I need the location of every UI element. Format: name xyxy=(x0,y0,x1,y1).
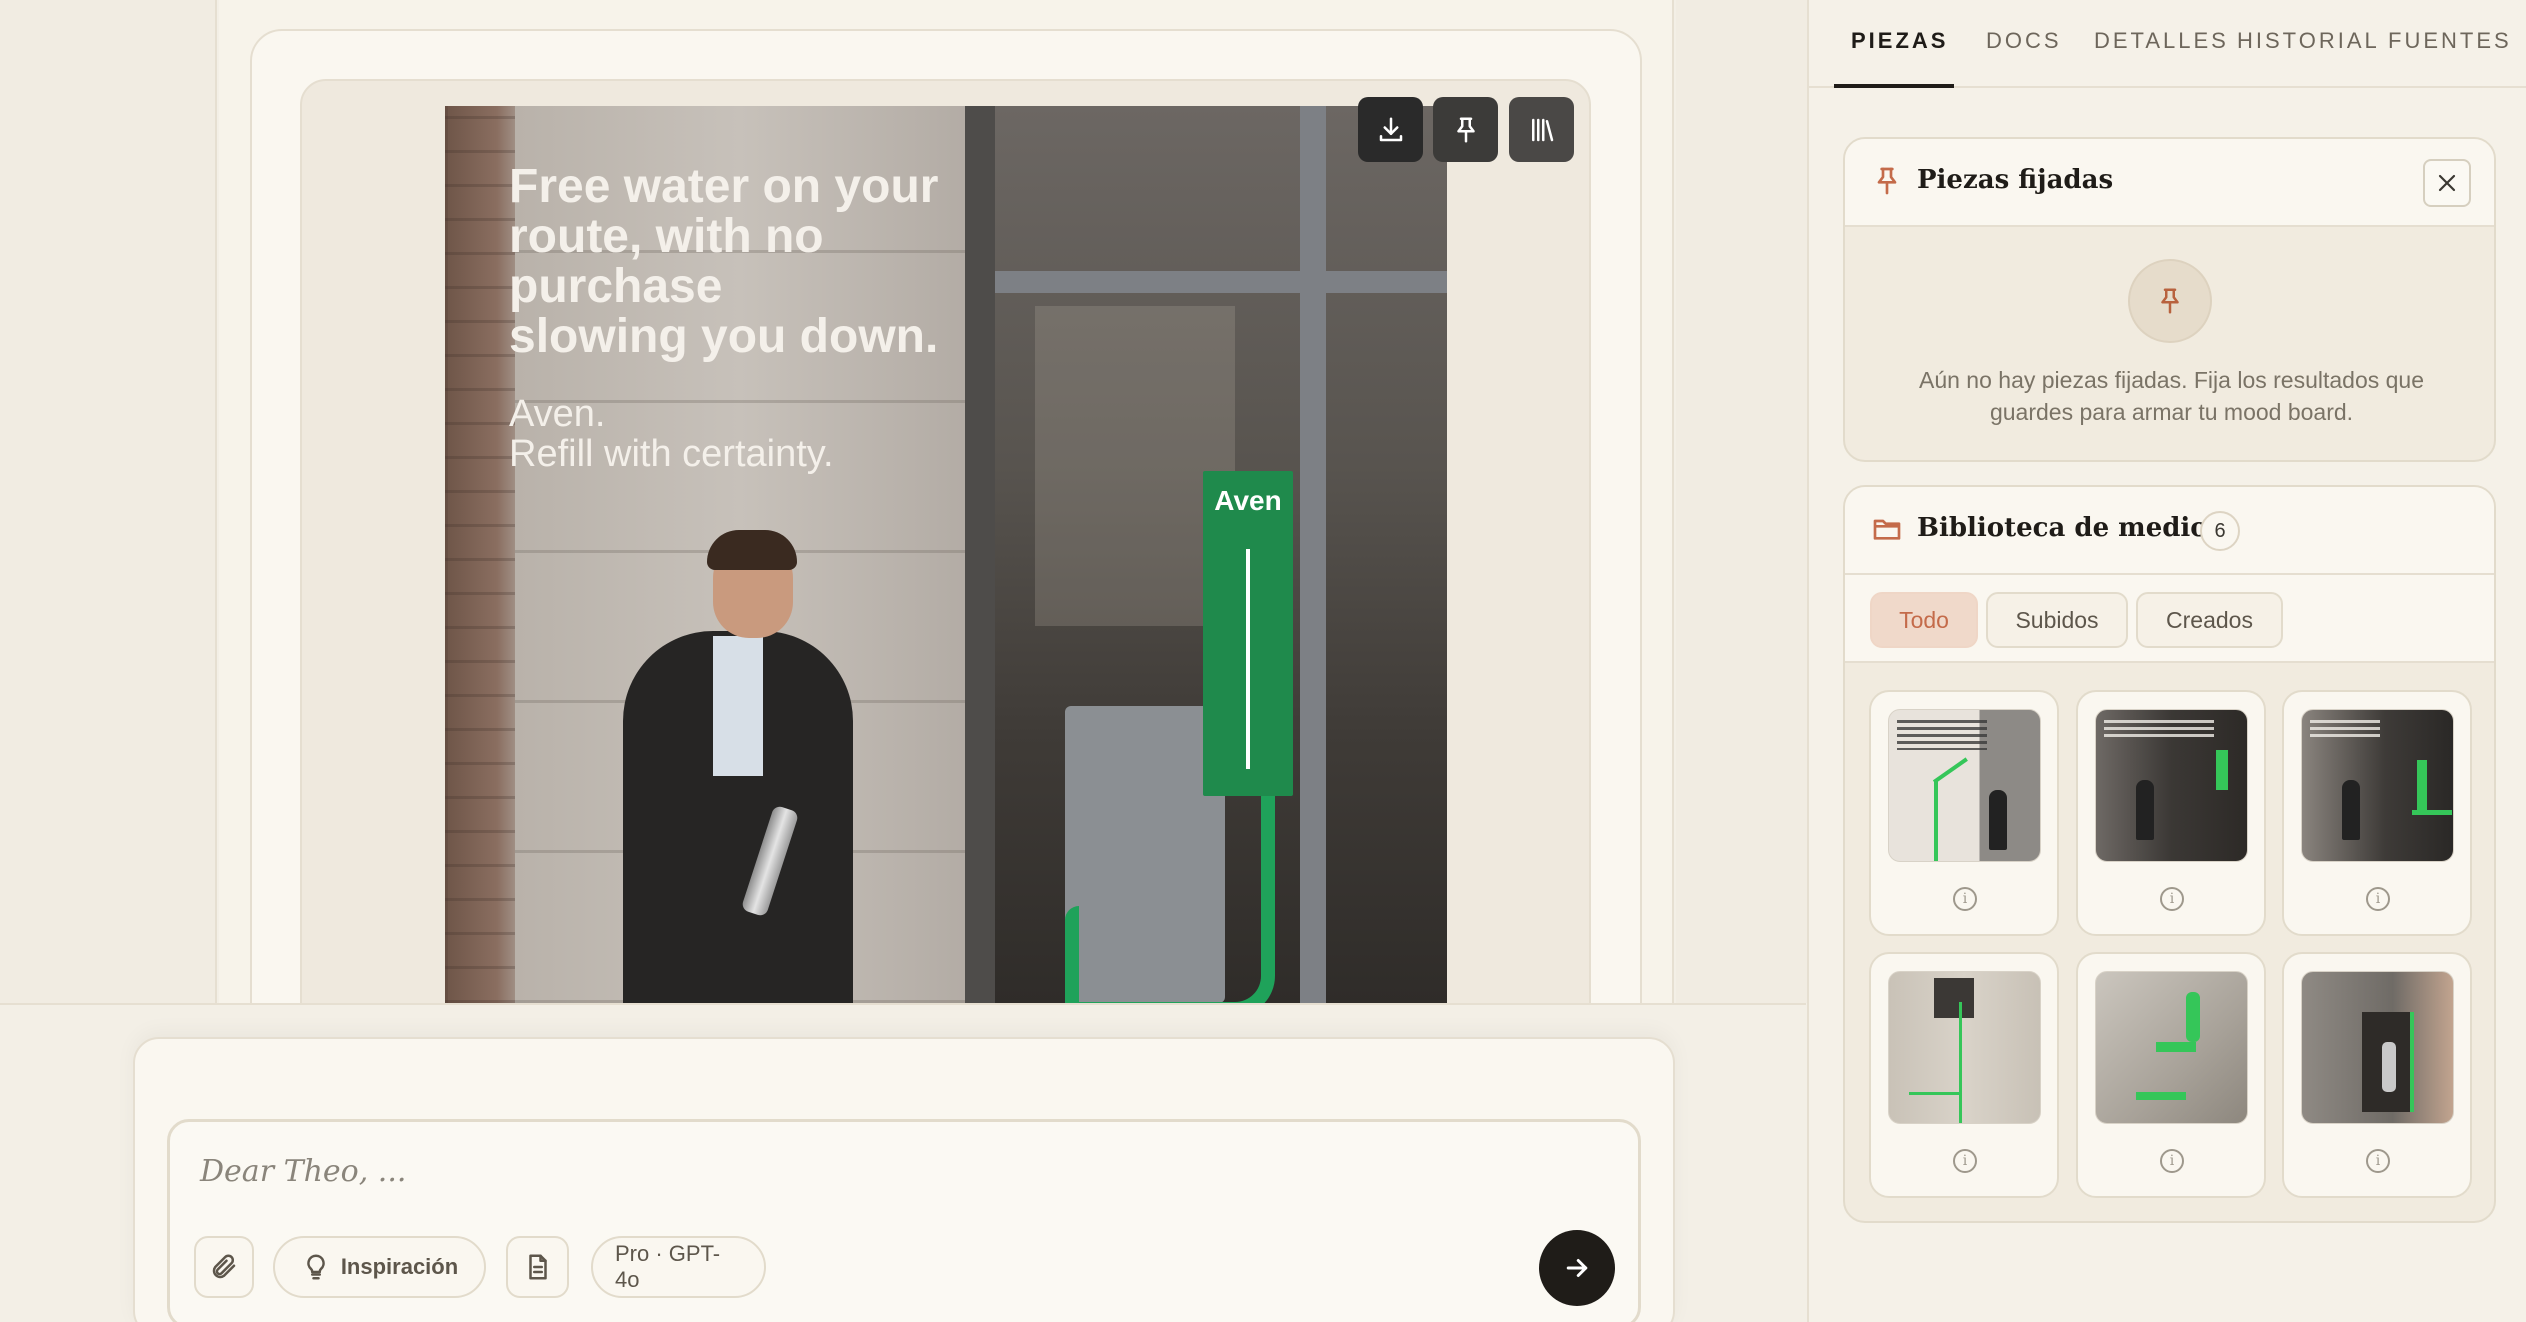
info-icon[interactable]: i xyxy=(2160,1149,2184,1173)
info-icon[interactable]: i xyxy=(1953,887,1977,911)
download-button[interactable] xyxy=(1358,97,1423,162)
sidebar-tabs: PIEZAS DOCS DETALLES HISTORIAL FUENTES xyxy=(1807,0,2526,88)
media-thumbnail xyxy=(2301,709,2454,862)
inspiration-label: Inspiración xyxy=(340,1254,459,1279)
pinned-header: Piezas fijadas xyxy=(1845,139,2494,227)
tab-fuentes[interactable]: FUENTES xyxy=(2388,28,2512,54)
ad-headline: Free water on your route, with no purcha… xyxy=(509,160,939,363)
document-button[interactable] xyxy=(506,1236,569,1298)
media-library-panel: Biblioteca de medios 6 Todo Subidos Crea… xyxy=(1843,485,2496,1223)
pin-icon xyxy=(2161,288,2179,314)
media-item[interactable]: i xyxy=(2076,690,2266,936)
download-icon xyxy=(1379,117,1402,141)
tab-historial[interactable]: HISTORIAL xyxy=(2237,28,2380,54)
library-header: Biblioteca de medios 6 xyxy=(1845,487,2494,575)
close-pinned-button[interactable] xyxy=(2423,159,2471,207)
pinned-pieces-panel: Piezas fijadas Aún no hay piezas fijadas… xyxy=(1843,137,2496,462)
media-item[interactable]: i xyxy=(1869,690,2059,936)
pinned-empty-message: Aún no hay piezas fijadas. Fija los resu… xyxy=(1918,367,2425,425)
document-icon xyxy=(528,1254,547,1280)
library-button[interactable] xyxy=(1509,97,1574,162)
ad-tagline: Aven. Refill with certainty. xyxy=(509,393,834,475)
close-icon xyxy=(2438,174,2456,192)
media-thumbnail xyxy=(2301,971,2454,1124)
pin-icon xyxy=(1456,117,1475,142)
media-thumbnail xyxy=(1888,709,2041,862)
media-thumbnail xyxy=(2095,971,2248,1124)
empty-pin-badge xyxy=(2128,259,2212,343)
filter-subidos[interactable]: Subidos xyxy=(1986,592,2128,648)
media-item[interactable]: i xyxy=(2282,690,2472,936)
model-selector[interactable]: Pro · GPT-4o xyxy=(591,1236,766,1298)
arrow-right-icon xyxy=(1566,1259,1588,1277)
right-gutter xyxy=(1676,0,1807,1003)
tab-detalles[interactable]: DETALLES xyxy=(2094,28,2229,54)
pin-icon xyxy=(1877,167,1897,195)
generated-ad-image[interactable]: Aven Free water on your route, with no p… xyxy=(445,106,1447,1003)
info-icon[interactable]: i xyxy=(2366,887,2390,911)
folder-icon xyxy=(1873,519,1901,540)
green-route-line xyxy=(1065,796,1275,1003)
library-icon xyxy=(1531,118,1553,141)
left-gutter xyxy=(0,0,217,1003)
inspiration-button[interactable]: Inspiración xyxy=(273,1236,486,1298)
info-icon[interactable]: i xyxy=(2160,887,2184,911)
media-thumbnail xyxy=(2095,709,2248,862)
library-count-badge: 6 xyxy=(2200,511,2240,551)
lightbulb-icon xyxy=(307,1254,325,1280)
media-item[interactable]: i xyxy=(1869,952,2059,1198)
tab-docs[interactable]: DOCS xyxy=(1986,28,2062,54)
info-icon[interactable]: i xyxy=(2366,1149,2390,1173)
active-tab-indicator xyxy=(1834,84,1954,88)
pinned-title: Piezas fijadas xyxy=(1917,165,2114,195)
send-button[interactable] xyxy=(1539,1230,1615,1306)
library-title: Biblioteca de medios xyxy=(1917,513,2223,543)
media-item[interactable]: i xyxy=(2076,952,2266,1198)
sign-brand: Aven xyxy=(1214,485,1282,516)
filter-creados[interactable]: Creados xyxy=(2136,592,2283,648)
pin-button[interactable] xyxy=(1433,97,1498,162)
aven-sign: Aven xyxy=(1203,471,1293,796)
attach-button[interactable] xyxy=(194,1236,254,1298)
message-input-placeholder: Dear Theo, ... xyxy=(200,1154,407,1189)
library-filters: Todo Subidos Creados xyxy=(1845,575,2494,663)
model-label: Pro · GPT-4o xyxy=(615,1241,721,1292)
info-icon[interactable]: i xyxy=(1953,1149,1977,1173)
tab-piezas[interactable]: PIEZAS xyxy=(1851,28,1948,54)
paperclip-icon xyxy=(212,1254,236,1279)
media-item[interactable]: i xyxy=(2282,952,2472,1198)
media-thumbnail xyxy=(1888,971,2041,1124)
filter-todo[interactable]: Todo xyxy=(1870,592,1978,648)
